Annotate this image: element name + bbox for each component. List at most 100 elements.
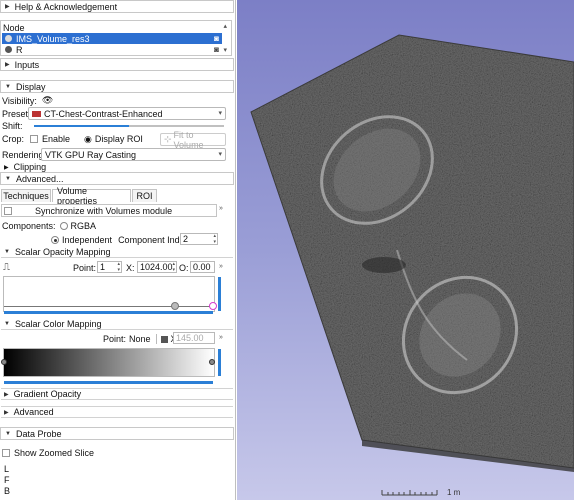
- opacity-point-spinbox[interactable]: 1 ▴ ▾: [97, 261, 122, 273]
- opacity-x-label-row: X:: [126, 262, 135, 274]
- volume-block[interactable]: [237, 0, 574, 500]
- scalar-color-section[interactable]: ▼ Scalar Color Mapping: [1, 318, 233, 330]
- spin-arrows-icon: ▴ ▾: [172, 261, 175, 273]
- advanced-section-label: Advanced...: [15, 173, 64, 184]
- independent-radio[interactable]: [51, 236, 59, 244]
- synchronize-button[interactable]: Synchronize with Volumes module: [1, 204, 217, 217]
- color-swatch-icon[interactable]: [160, 335, 168, 343]
- advanced-subsection[interactable]: ▶ Advanced: [1, 406, 233, 418]
- eye-visible-icon[interactable]: ◙: [214, 34, 219, 43]
- expanded-arrow-icon: ▼: [5, 430, 11, 437]
- roi-visibility-icon[interactable]: ◉: [84, 134, 92, 145]
- color-control-point[interactable]: [209, 359, 215, 365]
- opacity-control-point[interactable]: [171, 302, 179, 310]
- shift-row: Shift:: [2, 121, 23, 131]
- color-control-point[interactable]: [1, 359, 7, 365]
- collapsed-arrow-icon: ▶: [4, 409, 9, 416]
- node-list[interactable]: Node ▴ IMS_Volume_res3 ◙ R ◙ ▾: [0, 20, 232, 56]
- color-point-row: Point: None X:: [103, 333, 179, 345]
- opacity-o-spinbox[interactable]: 0.00: [190, 261, 215, 273]
- crop-row: Crop: Enable ◉ Display ROI: [2, 133, 143, 145]
- expanded-arrow-icon: ▼: [4, 248, 10, 255]
- show-zoomed-slice-label: Show Zoomed Slice: [14, 448, 95, 458]
- scroll-up-arrow-icon[interactable]: ▴: [223, 22, 227, 30]
- node-header-label: Node: [3, 23, 25, 33]
- scalar-opacity-section[interactable]: ▼ Scalar Opacity Mapping: [1, 246, 233, 258]
- expand-right-icon[interactable]: »: [219, 263, 223, 270]
- opacity-function-line: [4, 306, 214, 307]
- inputs-section[interactable]: ▶ Inputs: [0, 58, 234, 71]
- sync-checkbox[interactable]: [4, 206, 12, 215]
- rgba-radio[interactable]: [59, 222, 68, 230]
- collapsed-arrow-icon: ▶: [5, 62, 10, 68]
- show-zoomed-slice-row: Show Zoomed Slice: [2, 447, 94, 459]
- help-acknowledgement-section[interactable]: ▶ Help & Acknowledgement: [0, 0, 234, 13]
- node-item-r[interactable]: R ◙: [2, 44, 222, 55]
- eye-icon[interactable]: ◙: [214, 45, 219, 54]
- gradient-opacity-label: Gradient Opacity: [13, 389, 82, 399]
- eye-icon[interactable]: 👁: [42, 95, 53, 106]
- volume-node-icon: [5, 35, 12, 42]
- probe-info-lines: L F B: [4, 464, 10, 497]
- opacity-function-icon[interactable]: ⎍: [3, 262, 10, 273]
- display-section[interactable]: ▼ Display: [0, 80, 234, 93]
- enable-crop-checkbox[interactable]: [30, 135, 39, 143]
- expanded-arrow-icon: ▼: [4, 320, 10, 327]
- opacity-o-value: 0.00: [193, 262, 211, 272]
- rendering-dropdown[interactable]: VTK GPU Ray Casting ▾: [41, 148, 226, 161]
- advanced-subsection-label: Advanced: [13, 407, 54, 417]
- color-point-label: Point:: [103, 334, 127, 344]
- fit-to-volume-button[interactable]: ⊹ Fit to Volume: [160, 130, 226, 150]
- node-item-ims-volume[interactable]: IMS_Volume_res3 ◙: [2, 33, 222, 44]
- collapsed-arrow-icon: ▶: [4, 164, 9, 171]
- node-item-label: R: [16, 44, 23, 55]
- expand-right-icon[interactable]: »: [219, 334, 223, 341]
- tab-label: Volume properties: [57, 186, 98, 206]
- advanced-section[interactable]: ▼ Advanced...: [0, 172, 234, 185]
- preset-dropdown[interactable]: CT-Chest-Contrast-Enhanced ▾: [28, 107, 226, 120]
- scale-ruler: [381, 490, 438, 496]
- tab-roi[interactable]: ROI: [132, 189, 157, 202]
- rendering-label-row: Rendering:: [2, 149, 46, 161]
- display-roi-label[interactable]: Display ROI: [95, 134, 143, 144]
- data-probe-label: Data Probe: [15, 428, 62, 439]
- component-index-value: 2: [183, 234, 189, 244]
- tab-volume-properties[interactable]: Volume properties: [52, 186, 131, 206]
- independent-label: Independent: [62, 235, 113, 245]
- opacity-range-horizontal-slider[interactable]: [4, 311, 213, 314]
- spin-arrows-icon: ▴ ▾: [213, 233, 216, 245]
- inputs-section-label: Inputs: [14, 59, 40, 70]
- opacity-range-vertical-slider[interactable]: [218, 277, 221, 311]
- opacity-function-editor[interactable]: [3, 276, 217, 312]
- rendering-label: Rendering:: [2, 150, 47, 160]
- color-range-horizontal-slider[interactable]: [4, 381, 213, 384]
- probe-line-f: F: [4, 475, 10, 485]
- separator: [155, 334, 157, 344]
- fit-icon: ⊹: [164, 134, 172, 144]
- preset-value: CT-Chest-Contrast-Enhanced: [44, 108, 163, 119]
- tab-techniques[interactable]: Techniques: [1, 189, 51, 202]
- preset-thumbnail-icon: [32, 110, 41, 117]
- color-function-editor[interactable]: [1, 348, 215, 377]
- data-probe-section[interactable]: ▼ Data Probe: [0, 427, 234, 440]
- preset-label-row: Preset:: [2, 108, 31, 120]
- color-range-vertical-slider[interactable]: [218, 349, 221, 376]
- gradient-opacity-section[interactable]: ▶ Gradient Opacity: [1, 388, 233, 400]
- component-index-spinbox[interactable]: 2 ▴ ▾: [180, 233, 218, 245]
- 3d-view[interactable]: 1 m: [237, 0, 574, 500]
- show-zoomed-slice-checkbox[interactable]: [2, 449, 10, 457]
- scroll-down-arrow-icon[interactable]: ▾: [223, 46, 227, 54]
- clipping-section[interactable]: ▶ Clipping: [4, 162, 46, 172]
- node-list-header: Node: [3, 23, 25, 33]
- color-x-spinbox[interactable]: 145.00: [173, 332, 215, 344]
- expand-right-icon[interactable]: »: [219, 205, 223, 212]
- spin-arrows-icon: ▴ ▾: [117, 261, 120, 273]
- probe-line-b: B: [4, 486, 11, 496]
- color-point-value: None: [129, 334, 151, 344]
- opacity-control-point-selected[interactable]: [209, 302, 217, 310]
- visibility-row: Visibility: 👁: [2, 95, 53, 106]
- shift-label: Shift:: [2, 121, 23, 131]
- shift-slider-fill: [34, 125, 129, 127]
- opacity-x-spinbox[interactable]: 1024.00 ▴ ▾: [137, 261, 177, 273]
- volume-rendering-canvas[interactable]: [237, 0, 574, 500]
